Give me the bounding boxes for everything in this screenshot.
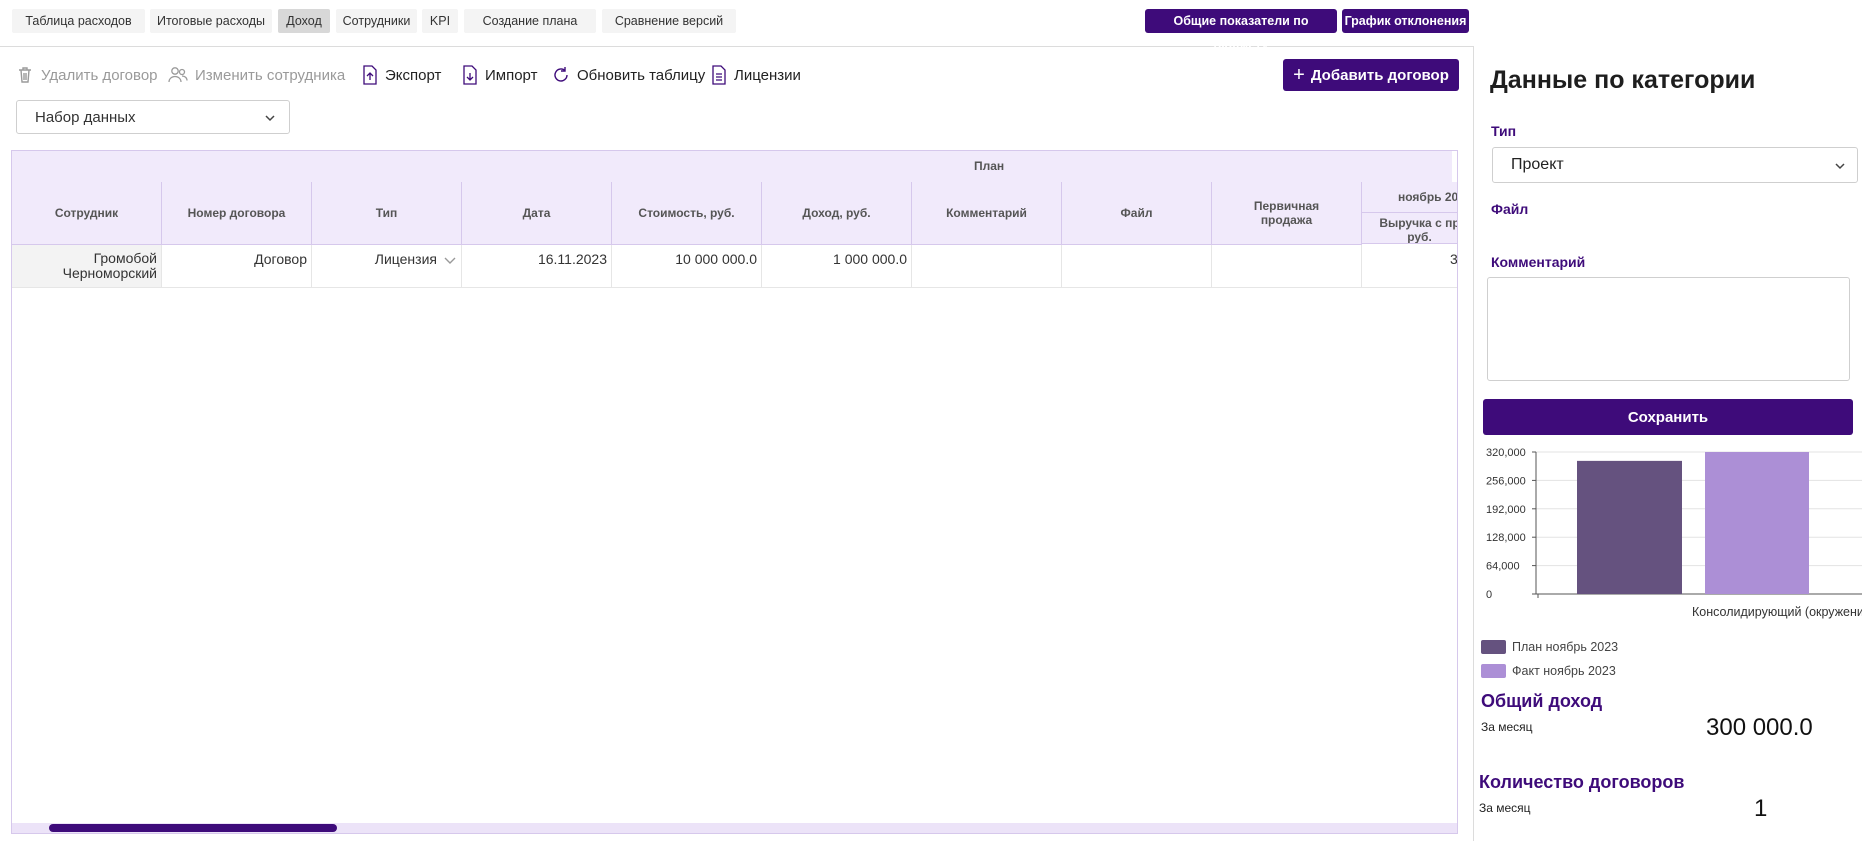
comment-textarea[interactable] <box>1487 277 1850 381</box>
group-header-plan: План <box>12 151 1452 183</box>
col-header-cost[interactable]: Стоимость, руб. <box>612 182 762 245</box>
import-label: Импорт <box>485 66 538 84</box>
col-header-type[interactable]: Тип <box>312 182 462 245</box>
refresh-icon <box>554 67 568 82</box>
total-income-value: 300 000.0 <box>1706 714 1813 741</box>
top-navigation: Таблица расходов Итоговые расходы Доход … <box>0 0 1862 52</box>
legend-fact-label: Факт ноябрь 2023 <box>1512 664 1616 678</box>
import-button[interactable]: Импорт <box>461 64 537 86</box>
type-select[interactable]: Проект <box>1492 147 1858 183</box>
change-employee-label: Изменить сотрудника <box>195 66 346 84</box>
cell-month-revenue[interactable]: 3 <box>1362 245 1457 288</box>
legend-plan-label: План ноябрь 2023 <box>1512 640 1619 654</box>
budget-overview-button[interactable]: Общие показатели по бюджету <box>1145 9 1337 52</box>
export-button[interactable]: Экспорт <box>361 64 441 86</box>
dataset-select-value: Набор данных <box>35 108 136 126</box>
contracts-count-title: Количество договоров <box>1479 772 1685 792</box>
scrollbar-thumb[interactable] <box>49 824 337 832</box>
tab-compare-versions[interactable]: Сравнение версий <box>602 9 736 33</box>
refresh-table-label: Обновить таблицу <box>577 66 706 84</box>
y-tick-label: 256,000 <box>1486 475 1526 487</box>
col-header-date[interactable]: Дата <box>462 182 612 245</box>
chevron-down-icon <box>265 115 275 122</box>
type-select-value: Проект <box>1511 156 1564 173</box>
cell-comment[interactable] <box>912 245 1062 288</box>
legend-fact-swatch <box>1481 664 1506 678</box>
delete-contract-label: Удалить договор <box>41 66 158 84</box>
import-icon <box>463 65 477 85</box>
add-contract-button[interactable]: + Добавить договор <box>1283 59 1459 91</box>
y-tick-label: 64,000 <box>1486 561 1520 573</box>
tab-expense-table[interactable]: Таблица расходов <box>12 9 145 33</box>
bar-plan <box>1577 460 1682 594</box>
comment-label: Комментарий <box>1491 254 1586 270</box>
tab-income[interactable]: Доход <box>278 9 330 33</box>
plus-icon: + <box>1293 63 1305 86</box>
cell-income[interactable]: 1 000 000.0 <box>762 245 912 288</box>
contracts-table: План Сотрудник Номер договора Тип Дата С… <box>11 150 1458 834</box>
chevron-down-icon <box>444 257 456 264</box>
horizontal-scrollbar[interactable] <box>12 823 1457 833</box>
delete-contract-button[interactable]: Удалить договор <box>15 64 158 86</box>
legend-fact: Факт ноябрь 2023 <box>1481 664 1616 678</box>
add-contract-label: Добавить договор <box>1310 66 1449 84</box>
cell-employee[interactable]: Громобой Черноморский <box>12 245 162 288</box>
cell-type[interactable]: Лицензия <box>312 245 462 288</box>
col-header-employee[interactable]: Сотрудник <box>12 182 162 245</box>
licenses-label: Лицензии <box>734 66 801 84</box>
col-header-file[interactable]: Файл <box>1062 182 1212 245</box>
export-icon <box>363 65 377 85</box>
y-tick-label: 320,000 <box>1486 447 1526 459</box>
export-label: Экспорт <box>385 66 442 84</box>
chevron-down-icon <box>1835 163 1845 170</box>
cell-file[interactable] <box>1062 245 1212 288</box>
col-header-contract-number[interactable]: Номер договора <box>162 182 312 245</box>
y-tick-label: 128,000 <box>1486 532 1526 544</box>
legend-plan-swatch <box>1481 640 1506 654</box>
total-income-period: За месяц <box>1481 720 1533 734</box>
y-tick-label: 192,000 <box>1486 504 1526 516</box>
cell-cost[interactable]: 10 000 000.0 <box>612 245 762 288</box>
col-header-comment[interactable]: Комментарий <box>912 182 1062 245</box>
cell-type-value: Лицензия <box>374 251 437 267</box>
panel-title: Данные по категории <box>1490 66 1756 94</box>
y-tick-label: 0 <box>1486 589 1492 601</box>
col-header-month-revenue[interactable]: Выручка с пр руб. <box>1362 213 1457 244</box>
change-employee-button[interactable]: Изменить сотрудника <box>167 64 345 86</box>
tab-kpi[interactable]: KPI <box>422 9 458 33</box>
contracts-count-period: За месяц <box>1479 801 1531 815</box>
type-label: Тип <box>1491 123 1517 139</box>
col-header-income[interactable]: Доход, руб. <box>762 182 912 245</box>
save-button[interactable]: Сохранить <box>1483 399 1853 435</box>
col-header-month[interactable]: ноябрь 20 <box>1362 182 1457 213</box>
total-income-title: Общий доход <box>1481 691 1603 711</box>
tab-create-plan[interactable]: Создание плана <box>464 9 596 33</box>
file-label: Файл <box>1491 201 1529 217</box>
document-icon <box>712 65 726 85</box>
deviation-chart-button[interactable]: График отклонения <box>1342 9 1469 33</box>
contracts-count-value: 1 <box>1754 795 1768 822</box>
users-icon <box>168 67 188 83</box>
tab-total-expenses[interactable]: Итоговые расходы <box>150 9 272 33</box>
x-category-label: Консолидирующий (окружени <box>1692 605 1862 619</box>
refresh-table-button[interactable]: Обновить таблицу <box>551 64 705 86</box>
cell-date[interactable]: 16.11.2023 <box>462 245 612 288</box>
legend-plan: План ноябрь 2023 <box>1481 640 1618 654</box>
trash-icon <box>19 67 31 83</box>
tab-employees[interactable]: Сотрудники <box>336 9 417 33</box>
cell-contract-number[interactable]: Договор <box>162 245 312 288</box>
dataset-select[interactable]: Набор данных <box>16 100 290 134</box>
licenses-button[interactable]: Лицензии <box>710 64 801 86</box>
col-header-primary-sale[interactable]: Первичная продажа <box>1212 182 1362 245</box>
cell-primary-sale[interactable] <box>1212 245 1362 288</box>
category-panel: Данные по категории Тип Проект Файл Комм… <box>1473 46 1862 841</box>
bar-fact <box>1705 452 1809 594</box>
